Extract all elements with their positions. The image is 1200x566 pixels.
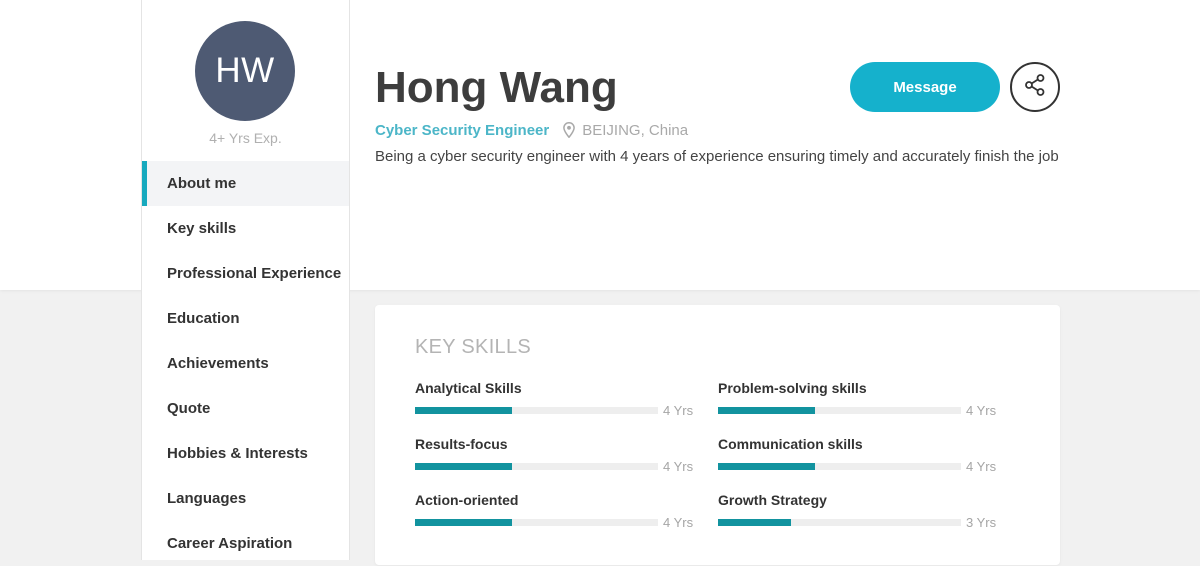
sidebar-item-key-skills[interactable]: Key skills [142, 206, 349, 251]
skill-bar [415, 519, 658, 526]
skill-years: 4 Yrs [663, 515, 694, 530]
skill-years: 4 Yrs [966, 403, 997, 418]
skill-bar [415, 407, 658, 414]
skill-item: Growth Strategy 3 Yrs [718, 492, 998, 532]
skill-bar-fill [718, 519, 791, 526]
skill-years: 4 Yrs [663, 403, 694, 418]
key-skills-card: KEY SKILLS Analytical Skills 4 Yrs Probl… [375, 305, 1060, 565]
skill-name: Results-focus [415, 436, 508, 452]
sidebar-item-about-me[interactable]: About me [142, 161, 349, 206]
skill-item: Analytical Skills 4 Yrs [415, 380, 695, 420]
skill-bar-fill [415, 407, 513, 414]
key-skills-title: KEY SKILLS [415, 336, 532, 358]
skill-bar-fill [415, 519, 513, 526]
skill-years: 4 Yrs [663, 459, 694, 474]
sidebar-item-hobbies[interactable]: Hobbies & Interests [142, 431, 349, 476]
skill-bar [718, 463, 961, 470]
skill-item: Communication skills 4 Yrs [718, 436, 998, 476]
sidebar-item-professional-experience[interactable]: Professional Experience [142, 251, 349, 296]
sidebar-item-education[interactable]: Education [142, 296, 349, 341]
skill-name: Action-oriented [415, 492, 519, 508]
map-pin-icon [563, 122, 576, 138]
skill-name: Analytical Skills [415, 380, 522, 396]
sidebar-item-languages[interactable]: Languages [142, 476, 349, 521]
skill-bar [415, 463, 658, 470]
message-button[interactable]: Message [850, 62, 1000, 112]
skill-name: Problem-solving skills [718, 380, 867, 396]
skill-name: Communication skills [718, 436, 863, 452]
skill-bar-fill [718, 463, 816, 470]
skill-name: Growth Strategy [718, 492, 827, 508]
skill-years: 3 Yrs [966, 515, 997, 530]
sidebar-item-quote[interactable]: Quote [142, 386, 349, 431]
profile-bio: Being a cyber security engineer with 4 y… [375, 148, 1059, 165]
skill-bar [718, 407, 961, 414]
sidebar: HW 4+ Yrs Exp. About me Key skills Profe… [141, 0, 350, 560]
skill-item: Results-focus 4 Yrs [415, 436, 695, 476]
sidebar-nav: About me Key skills Professional Experie… [142, 161, 349, 566]
profile-name: Hong Wang [375, 63, 618, 112]
skill-item: Action-oriented 4 Yrs [415, 492, 695, 532]
avatar: HW [195, 21, 295, 121]
sidebar-item-achievements[interactable]: Achievements [142, 341, 349, 386]
sidebar-item-career-aspiration[interactable]: Career Aspiration [142, 521, 349, 566]
share-icon [1023, 73, 1047, 102]
profile-subline: Cyber Security Engineer BEIJING, China [375, 120, 688, 140]
skill-bar [718, 519, 961, 526]
skill-bar-fill [718, 407, 816, 414]
share-button[interactable] [1010, 62, 1060, 112]
profile-location: BEIJING, China [582, 121, 689, 139]
skill-years: 4 Yrs [966, 459, 997, 474]
skill-item: Problem-solving skills 4 Yrs [718, 380, 998, 420]
skill-bar-fill [415, 463, 513, 470]
profile-role: Cyber Security Engineer [375, 121, 550, 139]
experience-label: 4+ Yrs Exp. [209, 130, 282, 146]
